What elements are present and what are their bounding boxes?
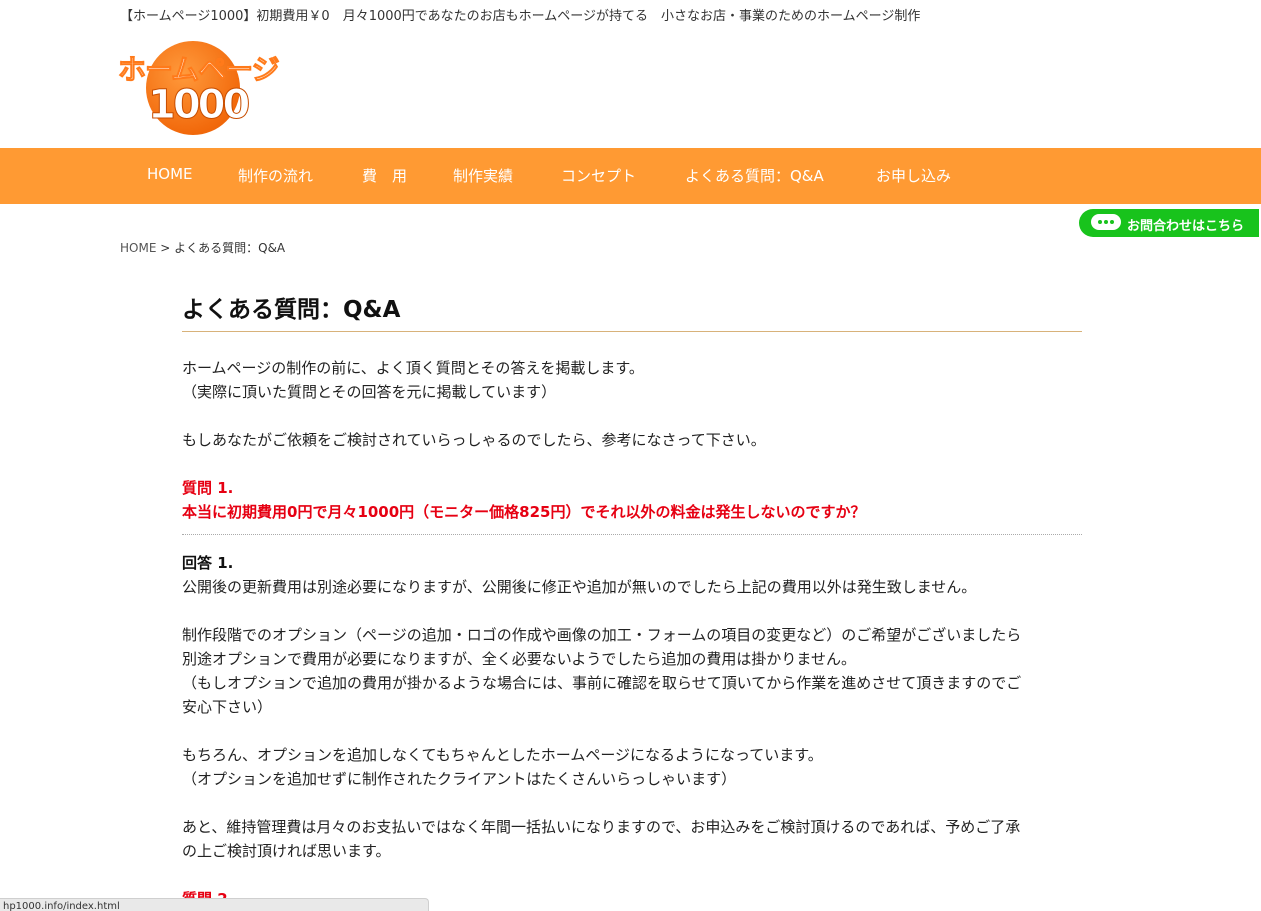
intro-line: （実際に頂いた質問とその回答を元に掲載しています） (182, 383, 557, 401)
site-logo[interactable]: ホームページ 1000 (118, 38, 280, 138)
intro-line: もしあなたがご依頼をご検討されていらっしゃるのでしたら、参考になさって下さい。 (182, 431, 766, 449)
question-1-label: 質問 1. (182, 479, 234, 497)
nav-item-flow[interactable]: 制作の流れ (238, 165, 313, 186)
answer-1-label: 回答 1. (182, 554, 234, 572)
main-nav: HOME 制作の流れ 費 用 制作実績 コンセプト よくある質問：Q&A お申し… (0, 148, 1261, 204)
chat-bubble-icon (1091, 214, 1121, 230)
nav-item-faq[interactable]: よくある質問：Q&A (685, 165, 824, 186)
answer-1-paragraph: （オプションを追加せずに制作されたクライアントはたくさんいらっしゃいます） (182, 770, 737, 788)
answer-1-paragraph: 別途オプションで費用が必要になりますが、全く必要ないようでしたら追加の費用は掛か… (182, 650, 856, 668)
nav-item-home[interactable]: HOME (147, 165, 193, 183)
browser-status-bar: hp1000.info/index.html (0, 898, 429, 911)
answer-1-paragraph: （もしオプションで追加の費用が掛かるような場合には、事前に確認を取らせて頂いてか… (182, 674, 1022, 692)
breadcrumb-separator: > (160, 241, 171, 255)
page-title: よくある質問：Q&A (182, 290, 1082, 332)
intro: ホームページの制作の前に、よく頂く質問とその答えを掲載します。 （実際に頂いた質… (182, 356, 1082, 911)
breadcrumb-home[interactable]: HOME (120, 241, 156, 255)
answer-1-paragraph: 公開後の更新費用は別途必要になりますが、公開後に修正や追加が無いのでしたら上記の… (182, 578, 977, 596)
answer-1-paragraph: もちろん、オプションを追加しなくてもちゃんとしたホームページになるようになってい… (182, 746, 823, 764)
main-content: よくある質問：Q&A ホームページの制作の前に、よく頂く質問とその答えを掲載しま… (182, 290, 1082, 911)
nav-item-concept[interactable]: コンセプト (561, 165, 636, 186)
question-1-text: 本当に初期費用0円で月々1000円（モニター価格825円）でそれ以外の料金は発生… (182, 503, 866, 521)
answer-1-paragraph: 安心下さい） (182, 698, 273, 716)
answer-1-paragraph: あと、維持管理費は月々のお支払いではなく年間一括払いになりますので、お申込みをご… (182, 818, 1021, 836)
nav-item-works[interactable]: 制作実績 (453, 165, 513, 186)
breadcrumb: HOME > よくある質問：Q&A (120, 239, 285, 256)
nav-item-cost[interactable]: 費 用 (362, 165, 407, 186)
answer-1-paragraph: 制作段階でのオプション（ページの追加・ロゴの作成や画像の加工・フォームの項目の変… (182, 626, 1022, 644)
contact-button-label: お問合わせはこちら (1127, 219, 1245, 234)
site-tagline: 【ホームページ1000】初期費用￥0 月々1000円であなたのお店もホームページ… (120, 9, 921, 24)
contact-button[interactable]: お問合わせはこちら (1079, 209, 1259, 237)
breadcrumb-current: よくある質問：Q&A (174, 241, 286, 255)
answer-1-paragraph: の上ご検討頂ければ思います。 (182, 842, 391, 860)
divider (182, 524, 1082, 535)
intro-line: ホームページの制作の前に、よく頂く質問とその答えを掲載します。 (182, 359, 644, 377)
logo-number: 1000 (147, 82, 250, 129)
nav-item-apply[interactable]: お申し込み (876, 165, 951, 186)
